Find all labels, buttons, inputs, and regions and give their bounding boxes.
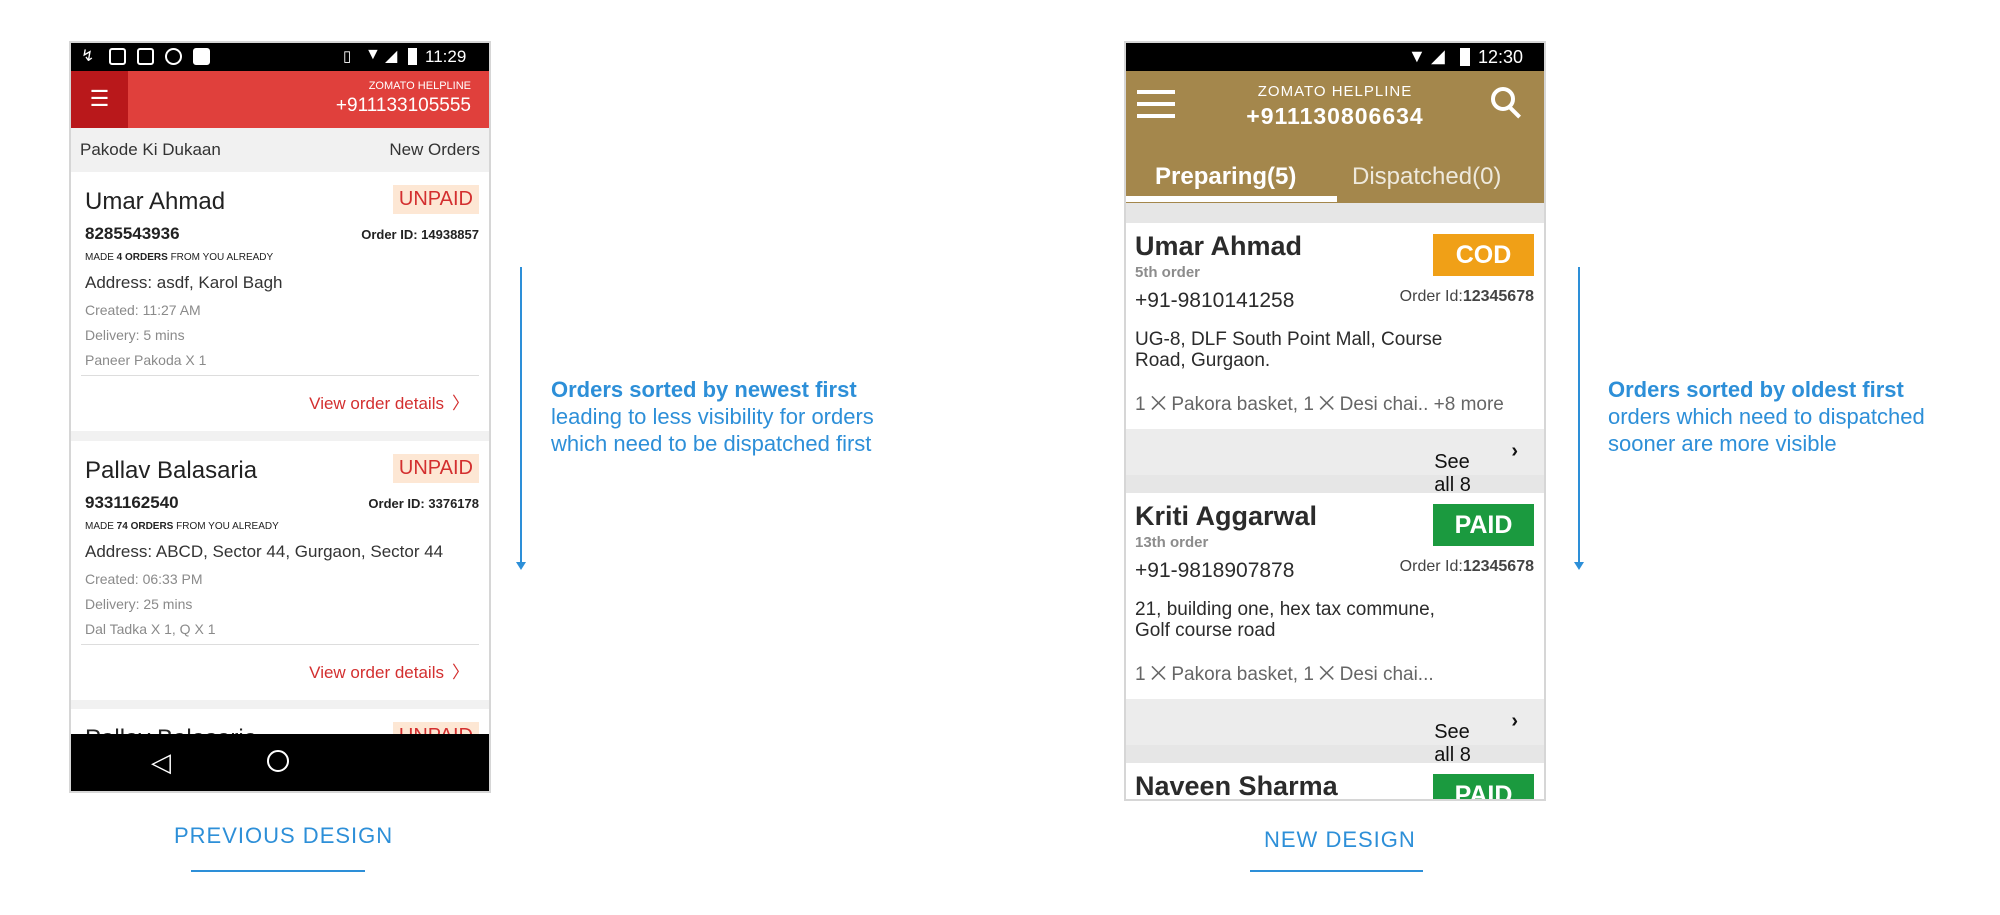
annotation-line: which need to be dispatched first	[551, 431, 872, 456]
home-icon[interactable]	[267, 750, 289, 772]
app-header: ZOMATO HELPLINE +911130806634 Preparing(…	[1126, 71, 1544, 203]
view-order-details-link[interactable]: View order details 〉	[309, 658, 469, 683]
sub-header: Pakode Ki Dukaan New Orders	[71, 130, 489, 170]
status-bar: ↯ ▯ ▼ ◢ 11:29	[71, 43, 489, 71]
customer-phone: 8285543936	[85, 224, 180, 243]
order-id: Order Id:12345678	[1399, 288, 1534, 305]
order-items: Dal Tadka X 1, Q X 1	[85, 621, 216, 637]
helpline-label: ZOMATO HELPLINE	[1257, 83, 1413, 100]
new-design-phone: ▼ ◢ 12:30 ZOMATO HELPLINE +911130806634 …	[1124, 41, 1546, 801]
tab-dispatched[interactable]: Dispatched(0)	[1352, 163, 1501, 191]
delivery-time: Delivery: 25 mins	[85, 596, 193, 612]
order-count: 13th order	[1135, 534, 1209, 551]
truecaller-icon	[193, 48, 210, 65]
annotation-arrow	[520, 267, 522, 563]
created-time: Created: 06:33 PM	[85, 571, 203, 587]
payment-status-badge: COD	[1433, 234, 1534, 276]
annotation-line: orders which need to dispatched	[1608, 404, 1925, 429]
view-order-details-link[interactable]: View order details 〉	[309, 389, 469, 414]
arrow-down-icon	[1574, 562, 1584, 570]
payment-status-badge: PAID	[1433, 504, 1534, 546]
order-count: 5th order	[1135, 264, 1201, 281]
menu-icon[interactable]: ☰	[71, 71, 128, 128]
order-card[interactable]: Pallav Balasaria UNPAID 9331162540 Order…	[71, 441, 489, 700]
tab-preparing[interactable]: Preparing(5)	[1155, 163, 1296, 191]
delivery-address: Address: ABCD, Sector 44, Gurgaon, Secto…	[85, 542, 444, 561]
order-id: Order ID: 14938857	[361, 227, 479, 242]
payment-status-badge: PAID	[1433, 774, 1534, 799]
wifi-icon: ▼	[365, 46, 381, 63]
status-bar: ▼ ◢ 12:30	[1126, 43, 1544, 71]
chevron-right-icon: 〉	[452, 394, 469, 413]
see-all-dishes-button[interactable]: See all 8 dishes›	[1126, 699, 1544, 789]
chevron-right-icon: ›	[1511, 440, 1518, 462]
app-header: ☰ ZOMATO HELPLINE +911133105555	[71, 71, 489, 128]
image-icon	[137, 48, 154, 65]
previous-design-caption: PREVIOUS DESIGN	[174, 823, 394, 848]
status-time: 12:30	[1478, 47, 1524, 67]
order-card[interactable]: Umar Ahmad 5th order COD +91-9810141258 …	[1126, 223, 1544, 519]
status-time: 11:29	[425, 47, 467, 66]
caption-underline	[191, 870, 365, 872]
signal-icon: ◢	[1431, 46, 1445, 66]
annotation-arrow	[1578, 267, 1580, 563]
divider	[81, 644, 479, 645]
android-nav-bar: ◁	[71, 734, 489, 791]
helpline-number[interactable]: +911130806634	[1126, 103, 1544, 130]
missed-call-icon: ↯	[81, 48, 95, 65]
annotation-line: sooner are more visible	[1608, 431, 1837, 456]
order-items: 1 ⨉ Pakora basket, 1 ⨉ Desi chai...	[1135, 664, 1434, 685]
back-icon[interactable]: ◁	[151, 747, 171, 778]
created-time: Created: 11:27 AM	[85, 302, 201, 318]
payment-status-badge: UNPAID	[392, 454, 479, 483]
order-card[interactable]: Umar Ahmad UNPAID 8285543936 Order ID: 1…	[71, 172, 489, 431]
battery-icon	[408, 48, 417, 65]
helpline-number[interactable]: +911133105555	[336, 95, 471, 117]
annotation-line: leading to less visibility for orders	[551, 404, 874, 429]
order-history: MADE 4 ORDERS FROM YOU ALREADY	[85, 252, 274, 263]
previous-design-phone: ↯ ▯ ▼ ◢ 11:29 ☰ ZOMATO HELPLINE +9111331…	[69, 41, 491, 793]
customer-phone: +91-9810141258	[1135, 289, 1295, 312]
caption-underline	[1250, 870, 1423, 872]
customer-name: Umar Ahmad	[1135, 231, 1303, 261]
delivery-address: 21, building one, hex tax commune, Golf c…	[1135, 599, 1435, 641]
order-id: Order ID: 3376178	[368, 496, 479, 511]
customer-phone: 9331162540	[85, 493, 179, 512]
delivery-address: Address: asdf, Karol Bagh	[85, 273, 283, 292]
customer-phone: +91-9818907878	[1135, 559, 1295, 582]
payment-status-badge: UNPAID	[392, 185, 479, 214]
delivery-address: UG-8, DLF South Point Mall, Course Road, …	[1135, 329, 1443, 371]
annotation-title: Orders sorted by newest first	[551, 377, 857, 402]
customer-name: Naveen Sharma	[1135, 771, 1338, 801]
annotation-title: Orders sorted by oldest first	[1608, 377, 1904, 402]
search-icon[interactable]	[1491, 87, 1522, 121]
new-design-caption: NEW DESIGN	[1264, 827, 1416, 852]
signal-icon: ◢	[385, 48, 398, 65]
order-id: Order Id:12345678	[1399, 558, 1534, 575]
battery-icon	[1460, 48, 1470, 66]
customer-name: Kriti Aggarwal	[1135, 501, 1318, 531]
order-items: Paneer Pakoda X 1	[85, 352, 207, 368]
active-tab-indicator	[1126, 196, 1337, 202]
helpline-label: ZOMATO HELPLINE	[368, 80, 471, 92]
message-icon	[109, 48, 126, 65]
arrow-down-icon	[516, 562, 526, 570]
order-card[interactable]: Naveen Sharma PAID	[1126, 763, 1544, 801]
order-history: MADE 74 ORDERS FROM YOU ALREADY	[85, 521, 279, 532]
chevron-right-icon: 〉	[452, 663, 469, 682]
see-all-dishes-button[interactable]: See all 8 dishes›	[1126, 429, 1544, 519]
divider	[81, 375, 479, 376]
delivery-time: Delivery: 5 mins	[85, 327, 185, 343]
vibrate-icon: ▯	[343, 48, 352, 65]
whatsapp-icon	[165, 48, 182, 65]
chevron-right-icon: ›	[1511, 710, 1518, 732]
wifi-icon: ▼	[1408, 46, 1426, 66]
section-title: New Orders	[389, 140, 480, 159]
customer-name: Umar Ahmad	[85, 188, 226, 215]
customer-name: Pallav Balasaria	[85, 457, 258, 484]
order-items: 1 ⨉ Pakora basket, 1 ⨉ Desi chai.. +8 mo…	[1135, 394, 1504, 415]
restaurant-name: Pakode Ki Dukaan	[80, 140, 221, 159]
order-card[interactable]: Kriti Aggarwal 13th order PAID +91-98189…	[1126, 493, 1544, 789]
